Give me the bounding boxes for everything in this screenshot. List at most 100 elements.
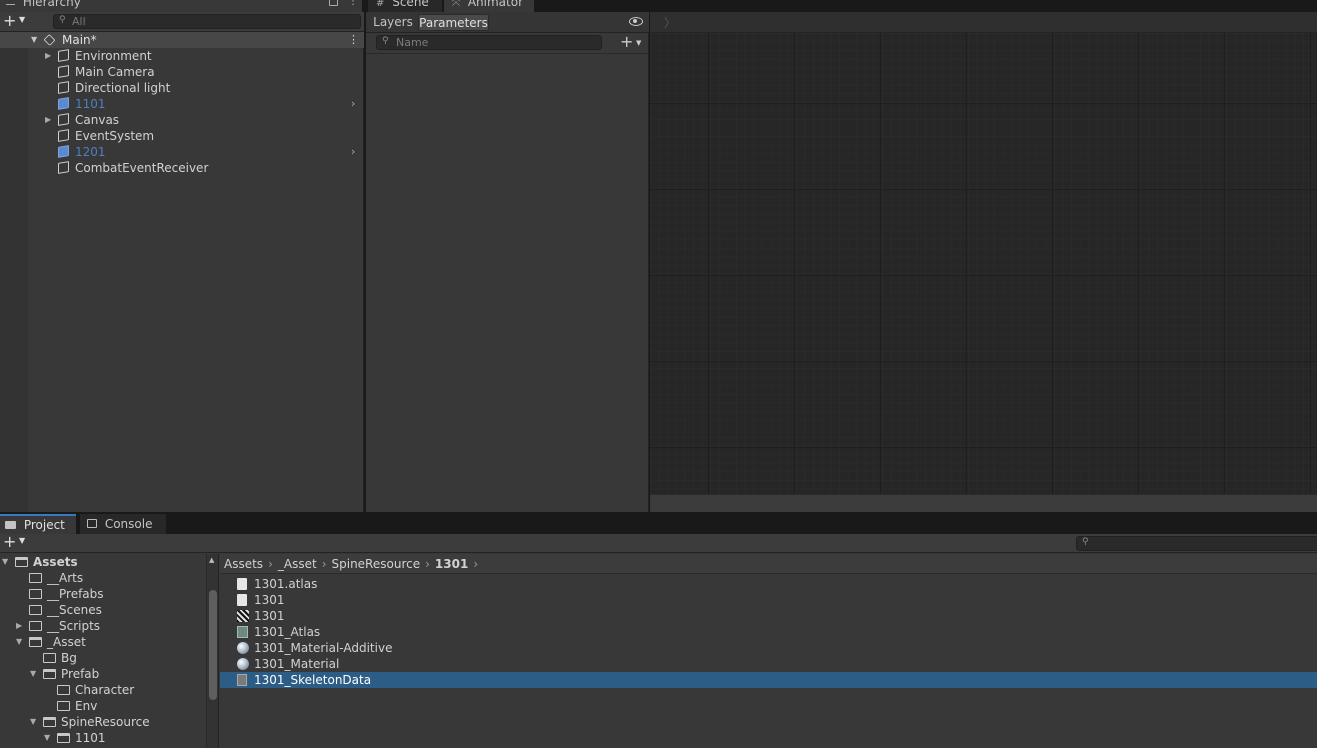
add-button[interactable]: + [3,533,16,551]
folder-tree-item[interactable]: Character [0,682,206,698]
scroll-up-arrow-icon[interactable]: ▲ [209,556,214,564]
hierarchy-search-placeholder: All [72,15,86,28]
folder-open-icon [57,733,70,743]
file-item[interactable]: 1301_SkeletonData [220,672,1317,688]
kebab-menu-icon[interactable]: ⋮ [348,0,358,7]
animator-graph-header: 〉 [650,12,1317,33]
folder-tree-item[interactable]: ▼ Assets [0,554,206,570]
folder-tree-item[interactable]: ▼ SpineResource [0,714,206,730]
breadcrumb-item[interactable]: 1301 [435,557,468,571]
file-item-label: 1301_SkeletonData [254,673,372,687]
tab-parameters[interactable]: Parameters [418,14,489,31]
folder-tree-item[interactable]: ▼ 1101 [0,730,206,746]
hash-icon: # [376,0,385,9]
folder-tree-item[interactable]: __Prefabs [0,586,206,602]
hierarchy-item[interactable]: CombatEventReceiver [0,160,364,176]
folder-tree-item[interactable]: Env [0,698,206,714]
breadcrumb-item[interactable]: Assets [224,557,263,571]
expand-arrow-icon[interactable]: ▶ [16,618,22,634]
horizontal-scrollbar[interactable] [650,494,1317,512]
folder-tree-label: Env [75,699,98,713]
tree-scrollbar[interactable]: ▲ [206,554,219,748]
chevron-right-icon: › [473,557,479,571]
parameter-search-field[interactable]: ⚲ Name [376,35,602,50]
expand-arrow-icon[interactable]: ▼ [30,666,36,682]
prefab-icon [58,145,69,158]
expand-arrow-icon[interactable]: ▼ [16,634,22,650]
tab-hierarchy[interactable]: Hierarchy ⋮ [0,0,362,12]
folder-tree-item[interactable]: __Arts [0,570,206,586]
hierarchy-item[interactable]: ▶ Environment [0,48,364,64]
tab-parameters-label: Parameters [419,16,488,30]
expand-arrow-icon[interactable]: ▼ [31,32,37,48]
breadcrumb: Assets › _Asset › SpineResource › 1301 › [220,554,1317,574]
text-file-icon [237,594,247,606]
chevron-down-icon[interactable]: ▼ [19,536,25,545]
expand-arrow-icon[interactable]: ▼ [44,730,50,746]
folder-tree-item[interactable]: ▶ __Scripts [0,618,206,634]
expand-arrow-icon[interactable]: ▼ [2,554,8,570]
tab-animator[interactable]: ⤧ Animator [444,0,534,12]
file-item[interactable]: 1301_Material [220,656,1317,672]
folder-tree-item[interactable]: ▼ Prefab [0,666,206,682]
file-item-label: 1301.atlas [254,577,318,591]
chevron-down-icon[interactable]: ▼ [19,15,25,24]
file-item[interactable]: 1301_Material-Additive [220,640,1317,656]
scene-header-row[interactable]: ▼ Main* ⋮ [0,32,364,48]
chevron-right-icon[interactable]: › [351,144,355,160]
parameter-divider [366,53,649,54]
search-icon: ⚲ [59,15,66,25]
hierarchy-item[interactable]: 1101 › [0,96,364,112]
expand-arrow-icon[interactable]: ▶ [45,112,51,128]
hierarchy-search-field[interactable]: ⚲ All [53,14,361,29]
material-icon [237,658,249,670]
chevron-right-icon: › [425,557,430,571]
file-item[interactable]: 1301 [220,608,1317,624]
tree-scrollbar-thumb[interactable] [209,590,217,700]
hierarchy-item-label: Directional light [75,81,171,95]
scene-name: Main* [62,33,97,47]
gameobject-icon [58,161,69,174]
tab-project[interactable]: Project [0,514,76,534]
folder-tree-item[interactable]: Bg [0,650,206,666]
folder-icon [43,653,56,663]
folder-tree-label: Character [75,683,135,697]
hierarchy-item[interactable]: Main Camera [0,64,364,80]
add-button[interactable]: + [3,12,16,30]
hierarchy-item[interactable]: ▶ Canvas [0,112,364,128]
folder-tree-item[interactable]: ▼ _Asset [0,634,206,650]
eye-icon[interactable] [629,17,643,26]
chevron-down-icon[interactable]: ▼ [636,39,641,47]
folder-tree-item[interactable]: __Scenes [0,602,206,618]
prefab-icon [58,97,69,110]
expand-arrow-icon[interactable]: ▶ [45,48,51,64]
breadcrumb-arrow-icon: 〉 [664,16,677,30]
console-icon [87,519,97,528]
hierarchy-item[interactable]: 1201 › [0,144,364,160]
bottom-tab-strip [0,514,1317,534]
folder-icon [57,701,70,711]
file-item[interactable]: 1301.atlas [220,576,1317,592]
breadcrumb-item[interactable]: SpineResource [332,557,421,571]
add-parameter-button[interactable]: + [620,33,633,51]
file-item[interactable]: 1301_Atlas [220,624,1317,640]
animator-tabbar: Layers Parameters [366,12,649,33]
file-item-label: 1301 [254,593,285,607]
tab-console[interactable]: Console [80,514,166,534]
breadcrumb-item[interactable]: _Asset [278,557,317,571]
kebab-menu-icon[interactable]: ⋮ [348,32,359,48]
project-search-field[interactable]: ⚲ [1076,536,1317,551]
animator-graph-canvas[interactable] [650,33,1317,494]
chevron-right-icon[interactable]: › [351,96,355,112]
gameobject-icon [58,129,69,142]
expand-arrow-icon[interactable]: ▼ [30,714,36,730]
hierarchy-item[interactable]: EventSystem [0,128,364,144]
lock-icon[interactable] [329,0,338,6]
folder-icon [29,589,42,599]
file-item[interactable]: 1301 [220,592,1317,608]
hierarchy-item[interactable]: Directional light [0,80,364,96]
hierarchy-panel: + ▼ ⚲ All ▼ Main* ⋮ ▶ Environment Main Cam… [0,12,364,512]
folder-tree-label: Prefab [61,667,100,681]
tab-layers[interactable]: Layers [370,14,416,31]
tab-scene[interactable]: # Scene [368,0,442,12]
